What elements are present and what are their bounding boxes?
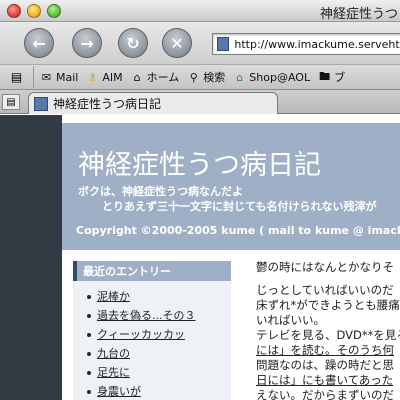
bookmarks-icon: ▤ xyxy=(10,70,23,84)
back-arrow-icon: ← xyxy=(32,33,46,53)
entry-link[interactable]: 身震いが xyxy=(97,385,141,398)
copyright-text: Copyright ©2000-2005 kume ( mail to kume… xyxy=(76,224,400,237)
bookmark-aim[interactable]: ♗ AIM xyxy=(86,70,123,84)
stop-button[interactable]: ✕ xyxy=(162,28,192,58)
magnifier-icon: ⚲ xyxy=(189,70,198,84)
bookmark-mail[interactable]: ✉ Mail xyxy=(40,71,78,84)
entry-body: 鬱の時にはなんとかなりそ じっとしていればいいのだ 床ずれ*ができようとも腰痛 … xyxy=(256,260,400,400)
page-left-margin xyxy=(0,115,62,400)
site-favicon-icon xyxy=(217,37,230,51)
sidebar-icon: ▤ xyxy=(6,96,16,108)
body-line: えない。だからまずいのだ xyxy=(256,388,394,400)
bookmarks-menu-button[interactable]: ▤ xyxy=(0,66,34,88)
list-item: 過去を偽る...その３ xyxy=(73,306,231,325)
entry-link[interactable]: 九台の xyxy=(97,347,130,360)
site-subtitle-line1: ボクは、神経症性うつ病なんだよ xyxy=(78,185,243,198)
entry-link[interactable]: 過去を偽る...その３ xyxy=(97,309,196,322)
address-bar[interactable]: http://www.imackume.servehttp xyxy=(212,33,400,55)
body-line: 鬱の時にはなんとかなりそ xyxy=(256,260,394,274)
running-man-icon: ♗ xyxy=(87,70,98,84)
entry-link[interactable]: 足先に xyxy=(97,366,130,379)
forward-arrow-icon: → xyxy=(80,33,94,53)
site-subtitle-line2: とりあえず三十一文字に封じても名付けられない残滓が xyxy=(102,200,377,213)
envelope-icon: ✉ xyxy=(41,70,52,84)
bookmark-shop[interactable]: ⌂ Shop@AOL xyxy=(233,71,310,84)
bookmark-home[interactable]: ⌂ ホーム xyxy=(131,69,180,85)
recent-entries-list: 泥棒か 過去を偽る...その３ クィーッカッカッ 九台の 足先に 身震いが xyxy=(73,287,231,400)
window-title: 神経症性うつ xyxy=(319,7,398,22)
house-icon: ⌂ xyxy=(133,70,141,84)
stop-icon: ✕ xyxy=(170,33,184,53)
body-link-line[interactable]: 日には」にも書いてあった xyxy=(256,373,400,388)
address-text[interactable]: http://www.imackume.servehttp xyxy=(234,38,400,51)
tab-current[interactable]: 神経症性うつ病日記 xyxy=(28,92,278,114)
navigation-toolbar: ← → ↻ ✕ http://www.imackume.servehttp xyxy=(0,22,400,64)
site-title[interactable]: 神経症性うつ病日記 xyxy=(78,143,321,182)
reload-icon: ↻ xyxy=(126,33,140,53)
bookmark-search[interactable]: ⚲ 検索 xyxy=(187,69,226,85)
web-page: 神経症性うつ病日記 ボクは、神経症性うつ病なんだよ とりあえず三十一文字に封じて… xyxy=(0,115,400,400)
body-line: いればいい。 xyxy=(256,313,325,327)
site-header: 神経症性うつ病日記 ボクは、神経症性うつ病なんだよ とりあえず三十一文字に封じて… xyxy=(62,123,400,250)
entry-link[interactable]: 泥棒か xyxy=(97,290,130,303)
list-item: 九台の xyxy=(73,344,231,363)
list-item: 泥棒か xyxy=(73,287,231,306)
reload-button[interactable]: ↻ xyxy=(118,28,148,58)
sidebar-heading: 最近のエントリー xyxy=(73,261,231,281)
tab-label: 神経症性うつ病日記 xyxy=(53,97,162,111)
bookmarks-bar: ▤ ✉ Mail ♗ AIM ⌂ ホーム ⚲ 検索 ⌂ Shop@AOL 🖿 ブ xyxy=(0,64,400,90)
body-line: テレビを見る、DVD**を見る xyxy=(256,328,400,342)
body-line: 問題なのは、躁の時だと思 xyxy=(256,358,394,372)
folder-icon: 🖿 xyxy=(319,69,331,83)
body-line: 床ずれ*ができようとも腰痛 xyxy=(256,298,400,312)
sidebar-toggle-button[interactable]: ▤ xyxy=(2,94,20,110)
window-title-bar: 神経症性うつ xyxy=(0,0,400,22)
list-item: 足先に xyxy=(73,363,231,382)
body-line xyxy=(256,275,400,283)
bookmark-folder[interactable]: 🖿 ブ xyxy=(318,69,345,85)
back-button[interactable]: ← xyxy=(24,28,54,58)
list-item: 身震いが xyxy=(73,382,231,400)
entry-link[interactable]: クィーッカッカッ xyxy=(97,328,185,341)
list-item: クィーッカッカッ xyxy=(73,325,231,344)
body-line: じっとしていればいいのだ xyxy=(256,283,394,297)
forward-button[interactable]: → xyxy=(72,28,102,58)
tab-bar: ▤ 神経症性うつ病日記 xyxy=(0,90,400,114)
tab-favicon-icon xyxy=(34,96,48,111)
body-link-line[interactable]: には」を読む。そのうち何 xyxy=(256,343,400,358)
shop-icon: ⌂ xyxy=(236,70,244,84)
